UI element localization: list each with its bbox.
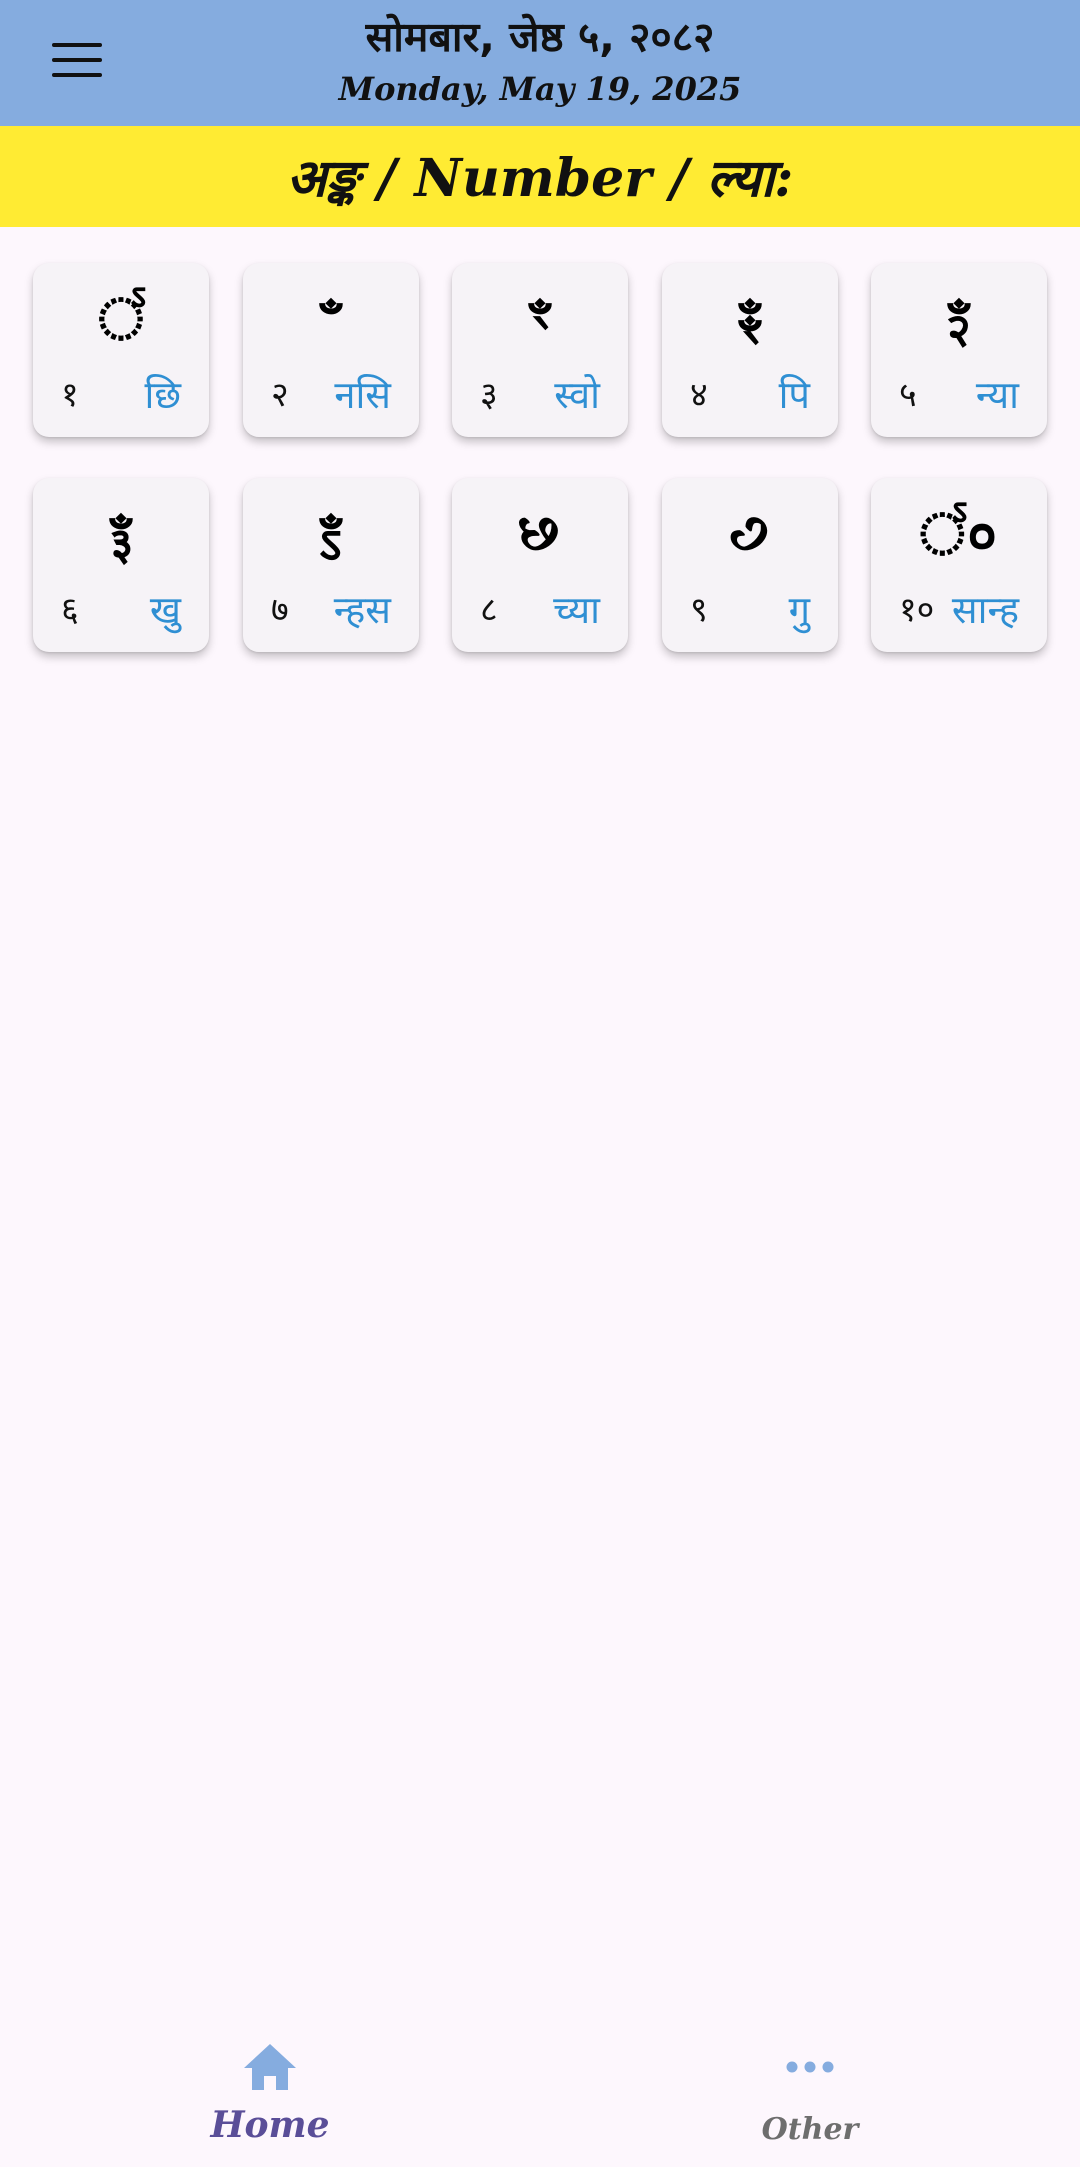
newari-word: स्वो [554,373,600,417]
top-app-bar: सोमबार, जेष्ठ ५, २०८२ Monday, May 19, 20… [0,0,1080,126]
section-title: अङ्क / Number / ल्या: [286,148,794,209]
bottom-navigation: Home Other [0,2012,1080,2167]
nav-label-other: Other [761,2112,859,2147]
newari-word: खु [149,588,181,632]
number-card-3[interactable]: ꣳ ३ स्वो [452,263,628,437]
devanagari-digit: ६ [61,590,79,630]
nepal-lipi-numeral: ꣹ [731,500,769,568]
nav-label-home: Home [210,2104,330,2146]
newari-word: छि [144,373,181,417]
devanagari-digit: ५ [899,375,917,415]
number-card-7[interactable]: ꣷ ७ न्हस [243,478,419,652]
app-root: सोमबार, जेष्ठ ५, २०८२ Monday, May 19, 20… [0,0,1080,2167]
newari-word: गु [788,588,810,632]
nepal-lipi-numeral: ꣵ [948,285,970,353]
number-card-1[interactable]: ꣱ १ छि [33,263,209,437]
nepal-lipi-numeral: ꣸ [519,500,561,568]
number-card-8[interactable]: ꣸ ८ च्या [452,478,628,652]
newari-word: न्हस [333,588,391,632]
devanagari-digit: ७ [271,590,289,630]
devanagari-digit: २ [271,375,289,415]
more-horizontal-icon [660,2037,960,2097]
devanagari-digit: १ [61,375,79,415]
number-card-6[interactable]: ꣶ ६ खु [33,478,209,652]
section-banner: अङ्क / Number / ल्या: [0,126,1080,227]
number-card-10[interactable]: ꣱० १० सान्ह [871,478,1047,652]
nepal-lipi-numeral: ꣶ [110,500,132,568]
english-date: Monday, May 19, 2025 [338,70,742,108]
number-card-4[interactable]: ꣴ ४ पि [662,263,838,437]
newari-word: न्या [975,373,1019,417]
nepal-lipi-numeral: ꣳ [529,285,551,353]
nepal-lipi-numeral: ꣲ [320,285,342,353]
newari-word: च्या [553,588,600,632]
nav-tab-other[interactable]: Other [660,2012,960,2167]
devanagari-digit: १० [899,590,935,630]
nepal-lipi-numeral: ꣴ [739,285,761,353]
number-card-9[interactable]: ꣹ ९ गु [662,478,838,652]
newari-word: पि [778,373,810,417]
devanagari-digit: ४ [690,375,708,415]
home-icon [120,2037,420,2097]
devanagari-digit: ३ [480,375,498,415]
nepali-date: सोमबार, जेष्ठ ५, २०८२ [365,13,715,61]
devanagari-digit: ९ [690,590,708,630]
number-card-2[interactable]: ꣲ २ नसि [243,263,419,437]
newari-word: सान्ह [951,588,1019,632]
newari-word: नसि [334,373,391,417]
nepal-lipi-numeral: ꣱० [919,500,999,568]
nav-tab-home[interactable]: Home [120,2012,420,2167]
nepal-lipi-numeral: ꣱ [97,285,145,353]
devanagari-digit: ८ [480,590,498,630]
nepal-lipi-numeral: ꣷ [320,500,342,568]
number-card-5[interactable]: ꣵ ५ न्या [871,263,1047,437]
